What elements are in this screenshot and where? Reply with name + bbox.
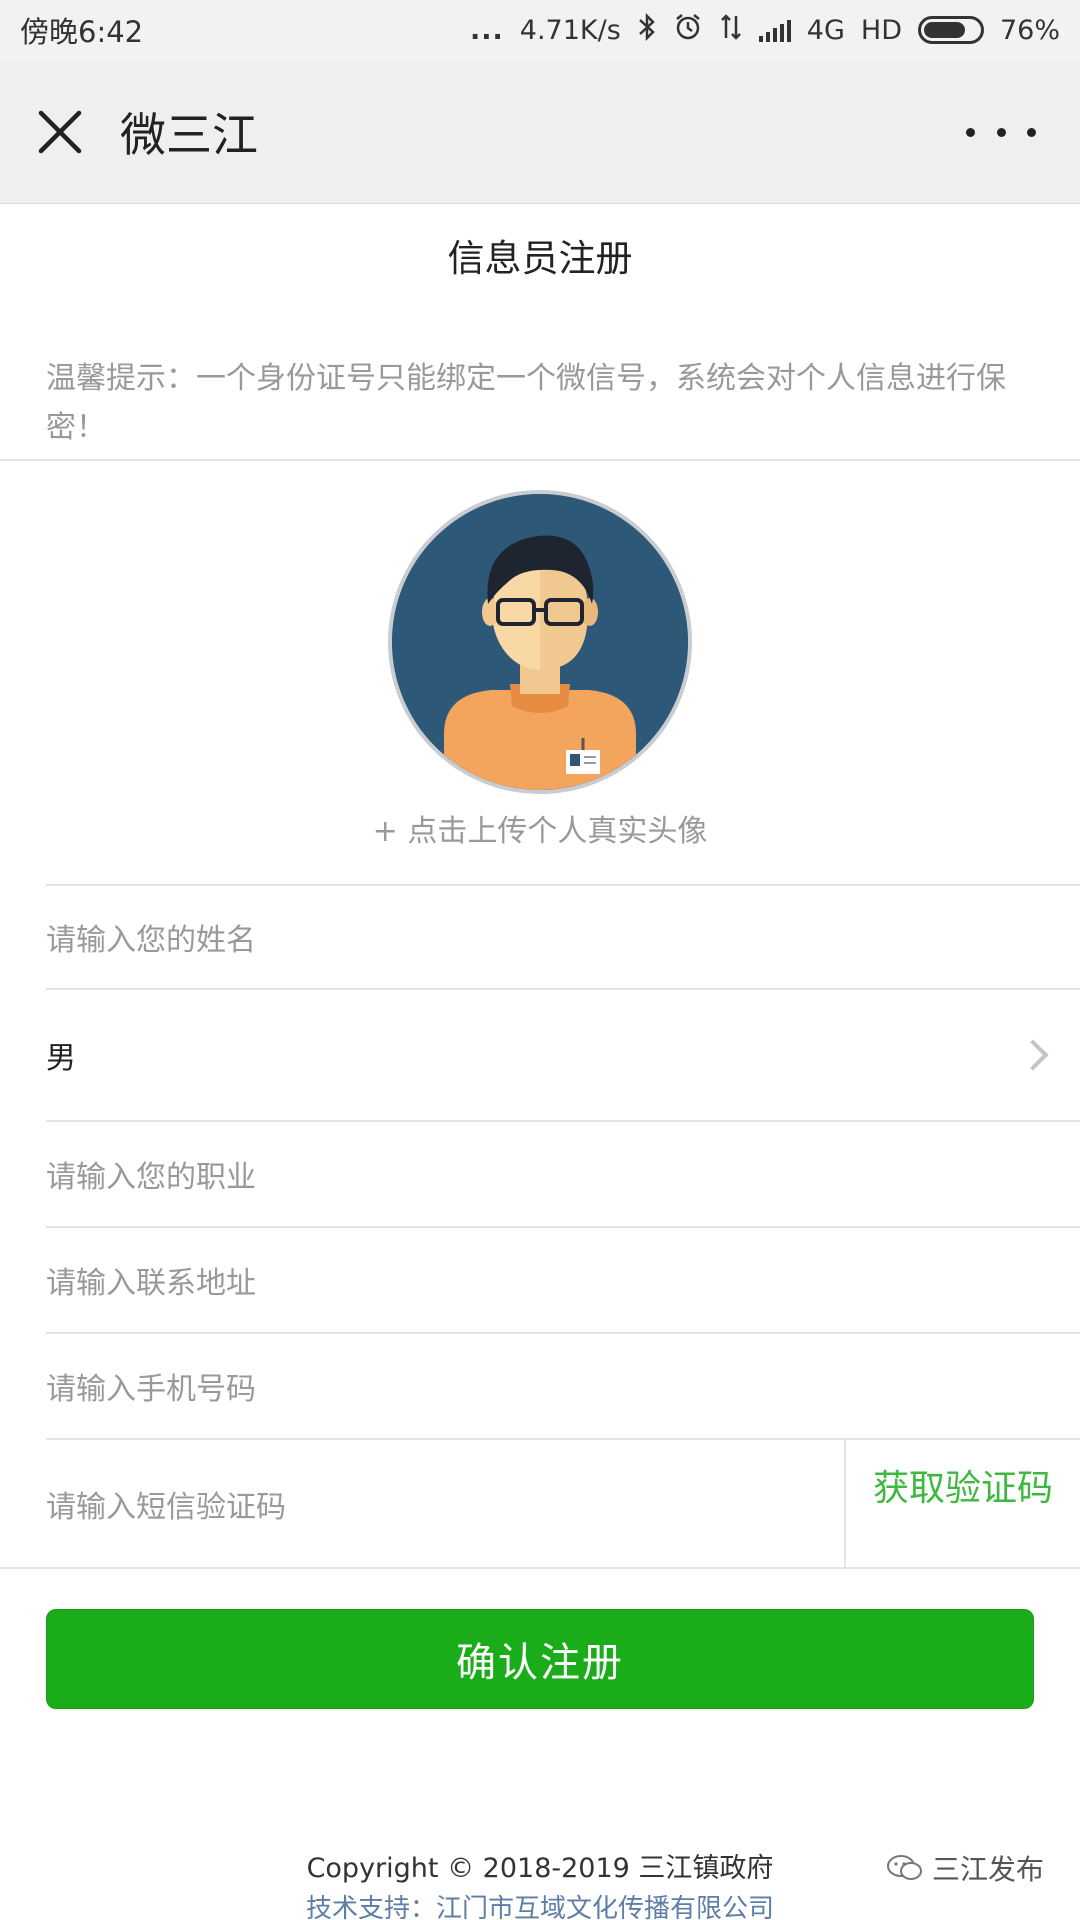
close-button[interactable] (0, 60, 120, 204)
phone-input[interactable]: 请输入手机号码 (46, 1332, 1080, 1438)
tip-text: 温馨提示：一个身份证号只能绑定一个微信号，系统会对个人信息进行保密！ (46, 361, 1006, 445)
gender-select[interactable]: 男 (46, 988, 1080, 1120)
more-icon-dot (966, 127, 975, 137)
data-transfer-icon (719, 12, 743, 49)
status-icons: ... 4.71K/s 4G HD 76% (470, 12, 1060, 49)
get-code-button[interactable]: 获取验证码 (846, 1440, 1080, 1530)
tech-support-link[interactable]: 技术支持：江门市互域文化传播有限公司 (0, 1888, 1080, 1920)
net-speed: 4.71K/s (519, 14, 621, 46)
signal-icon (758, 18, 791, 42)
phone-placeholder: 请输入手机号码 (46, 1372, 256, 1407)
avatar-upload[interactable] (388, 490, 692, 794)
more-icon-dot (996, 127, 1006, 137)
hd-indicator: HD (860, 14, 902, 46)
occupation-placeholder: 请输入您的职业 (46, 1160, 256, 1195)
sms-code-input[interactable]: 请输入短信验证码 (46, 1438, 846, 1568)
sms-code-placeholder: 请输入短信验证码 (46, 1490, 286, 1525)
close-icon (38, 110, 82, 153)
gender-value: 男 (46, 1041, 76, 1076)
status-time: 傍晚6:42 (20, 15, 144, 49)
watermark: 三江发布 (886, 1848, 1044, 1888)
address-placeholder: 请输入联系地址 (46, 1266, 256, 1301)
name-input[interactable]: 请输入您的姓名 (46, 884, 1080, 988)
address-input[interactable]: 请输入联系地址 (46, 1226, 1080, 1332)
app-title: 微三江 (120, 107, 258, 162)
submit-button[interactable]: 确认注册 (46, 1609, 1034, 1709)
occupation-input[interactable]: 请输入您的职业 (46, 1120, 1080, 1226)
wechat-icon (887, 1855, 922, 1880)
avatar-placeholder-icon (392, 494, 688, 790)
status-dots: ... (470, 14, 504, 46)
divider (0, 459, 1080, 461)
bluetooth-icon (637, 12, 657, 49)
network-type: 4G (806, 14, 845, 46)
name-placeholder: 请输入您的姓名 (46, 923, 256, 958)
avatar-upload-hint[interactable]: + 点击上传个人真实头像 (0, 806, 1080, 850)
battery-percent: 76% (999, 14, 1060, 46)
more-icon-dot (1027, 127, 1036, 137)
more-button[interactable] (966, 110, 1036, 154)
status-bar: 傍晚6:42 ... 4.71K/s 4G HD 76% (0, 0, 1080, 60)
divider (0, 1567, 1080, 1569)
battery-icon (917, 16, 984, 44)
title-bar: 微三江 (0, 60, 1080, 204)
page-title: 信息员注册 (447, 237, 633, 280)
chevron-right-icon (1017, 1039, 1049, 1071)
alarm-icon (673, 12, 703, 49)
watermark-text: 三江发布 (932, 1853, 1045, 1886)
